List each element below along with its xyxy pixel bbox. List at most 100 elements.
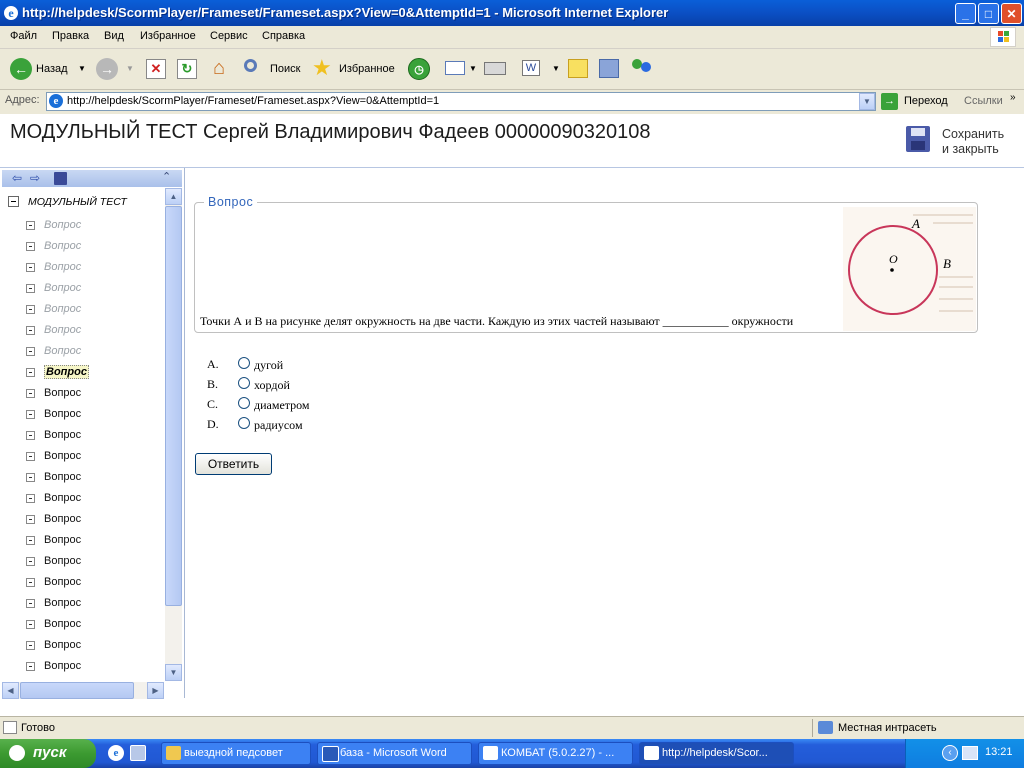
menu-favorites[interactable]: Избранное (140, 30, 196, 42)
option-text: радиусом (254, 418, 303, 432)
messenger-button[interactable] (630, 55, 656, 83)
quicklaunch-desktop-icon[interactable] (130, 745, 146, 761)
previous-arrow-icon[interactable]: ⇦ (12, 171, 22, 185)
back-button[interactable]: ← Назад ▼ (8, 55, 88, 83)
toc-item[interactable]: Вопрос (26, 469, 164, 490)
toc-item[interactable]: Вопрос (26, 616, 164, 637)
task-word[interactable]: база - Microsoft Word (317, 742, 472, 765)
print-button[interactable] (484, 55, 508, 83)
option-a-radio[interactable] (238, 357, 250, 369)
mail-button[interactable]: ▼ (445, 55, 481, 83)
toc-item[interactable]: Вопрос (26, 259, 164, 280)
edit-button[interactable]: W ▼ (520, 55, 562, 83)
mail-dropdown-icon[interactable]: ▼ (469, 55, 477, 83)
toc-item[interactable]: Вопрос (26, 427, 164, 448)
option-c-radio[interactable] (238, 397, 250, 409)
start-button[interactable]: пуск (0, 739, 96, 768)
answer-button[interactable]: Ответить (195, 453, 272, 475)
option-letter: C. (207, 397, 219, 411)
toc-item[interactable]: Вопрос (26, 574, 164, 595)
menu-view[interactable]: Вид (104, 30, 124, 42)
go-button[interactable]: → Переход (880, 92, 954, 111)
menu-edit[interactable]: Правка (52, 30, 89, 42)
refresh-button[interactable]: ↻ (176, 55, 198, 83)
window-title: http://helpdesk/ScormPlayer/Frameset/Fra… (22, 5, 669, 20)
chevron-right-icon[interactable]: » (1010, 92, 1016, 103)
toc-item[interactable]: Вопрос (26, 301, 164, 322)
edit-dropdown-icon[interactable]: ▼ (552, 55, 560, 83)
network-icon[interactable] (962, 746, 978, 760)
favorites-button[interactable]: ★ Избранное (312, 55, 398, 83)
forward-dropdown-icon[interactable]: ▼ (126, 55, 134, 83)
toc-item[interactable]: Вопрос (26, 511, 164, 532)
start-label: пуск (33, 744, 67, 761)
toc-item[interactable]: Вопрос (26, 238, 164, 259)
menu-tools[interactable]: Сервис (210, 30, 248, 42)
toc-item-label: Вопрос (44, 408, 82, 420)
toc-item[interactable]: Вопрос (26, 364, 164, 385)
back-dropdown-icon[interactable]: ▼ (78, 55, 86, 83)
refresh-icon: ↻ (177, 59, 197, 79)
toc-item[interactable]: Вопрос (26, 490, 164, 511)
minimize-button[interactable]: _ (955, 3, 976, 24)
toolbar: ← Назад ▼ → ▼ ✕ ↻ ⌂ Поиск ★ Избранное ◷ … (0, 49, 1024, 90)
task-helpdesk[interactable]: http://helpdesk/Scor... (639, 742, 794, 765)
toc-item[interactable]: Вопрос (26, 217, 164, 238)
stop-button[interactable]: ✕ (145, 55, 167, 83)
address-input[interactable]: e http://helpdesk/ScormPlayer/Frameset/F… (46, 92, 876, 111)
toc-node-icon (26, 599, 35, 608)
scroll-down-icon[interactable]: ▼ (165, 664, 182, 681)
toc-item[interactable]: Вопрос (26, 532, 164, 553)
toc-item[interactable]: Вопрос (26, 658, 164, 679)
menu-help[interactable]: Справка (262, 30, 305, 42)
menu-file[interactable]: Файл (10, 30, 37, 42)
toc-item-label: Вопрос (44, 450, 82, 462)
task-folder[interactable]: выездной педсовет (161, 742, 311, 765)
quicklaunch-ie-icon[interactable]: e (108, 745, 124, 761)
hscroll-thumb[interactable] (20, 682, 134, 699)
option-d-radio[interactable] (238, 417, 250, 429)
scroll-up-icon[interactable]: ▲ (165, 188, 182, 205)
toc-item[interactable]: Вопрос (26, 385, 164, 406)
toc-node-icon (26, 536, 35, 545)
save-close-icon[interactable] (906, 126, 930, 152)
scroll-left-icon[interactable]: ◀ (2, 682, 19, 699)
toc-item[interactable]: Вопрос (26, 322, 164, 343)
toc-item[interactable]: Вопрос (26, 280, 164, 301)
toc-item-label: Вопрос (44, 534, 82, 546)
forward-button[interactable]: → ▼ (96, 55, 136, 83)
close-button[interactable]: ✕ (1001, 3, 1022, 24)
toc-item[interactable]: Вопрос (26, 553, 164, 574)
next-arrow-icon[interactable]: ⇨ (30, 171, 40, 185)
save-and-close-button[interactable]: Сохранить и закрыть (942, 127, 1017, 157)
tray-collapse-icon[interactable]: ‹ (942, 745, 958, 761)
toc-vertical-scrollbar[interactable]: ▲ ▼ (165, 188, 182, 681)
links-label[interactable]: Ссылки (964, 95, 1003, 107)
toc-item[interactable]: Вопрос (26, 595, 164, 616)
scroll-thumb[interactable] (165, 206, 182, 606)
history-button[interactable]: ◷ (407, 55, 431, 83)
research-button[interactable] (598, 55, 622, 83)
toc-item[interactable]: Вопрос (26, 343, 164, 364)
toc-node-icon (26, 221, 35, 230)
collapse-toggle-icon[interactable] (8, 196, 19, 207)
toc-item[interactable]: Вопрос (26, 679, 164, 680)
toc-horizontal-scrollbar[interactable]: ◀ ▶ (2, 682, 164, 699)
toc-item[interactable]: Вопрос (26, 406, 164, 427)
scroll-right-icon[interactable]: ▶ (147, 682, 164, 699)
option-text: хордой (254, 378, 290, 392)
toc-item[interactable]: Вопрос (26, 637, 164, 658)
collapse-icon[interactable]: ⌃ (162, 170, 171, 183)
toc-node-icon (26, 473, 35, 482)
toc-item-label: Вопрос (44, 555, 82, 567)
toc-item[interactable]: Вопрос (26, 448, 164, 469)
save-icon[interactable] (54, 172, 67, 185)
address-dropdown-icon[interactable]: ▼ (859, 93, 875, 110)
discuss-button[interactable] (567, 55, 589, 83)
maximize-button[interactable]: □ (978, 3, 999, 24)
option-b-radio[interactable] (238, 377, 250, 389)
task-kombat[interactable]: КОМБАТ (5.0.2.27) - ... (478, 742, 633, 765)
home-button[interactable]: ⌂ (207, 55, 231, 83)
toc-root-label[interactable]: МОДУЛЬНЫЙ ТЕСТ (28, 196, 127, 208)
search-button[interactable]: Поиск (244, 55, 304, 83)
